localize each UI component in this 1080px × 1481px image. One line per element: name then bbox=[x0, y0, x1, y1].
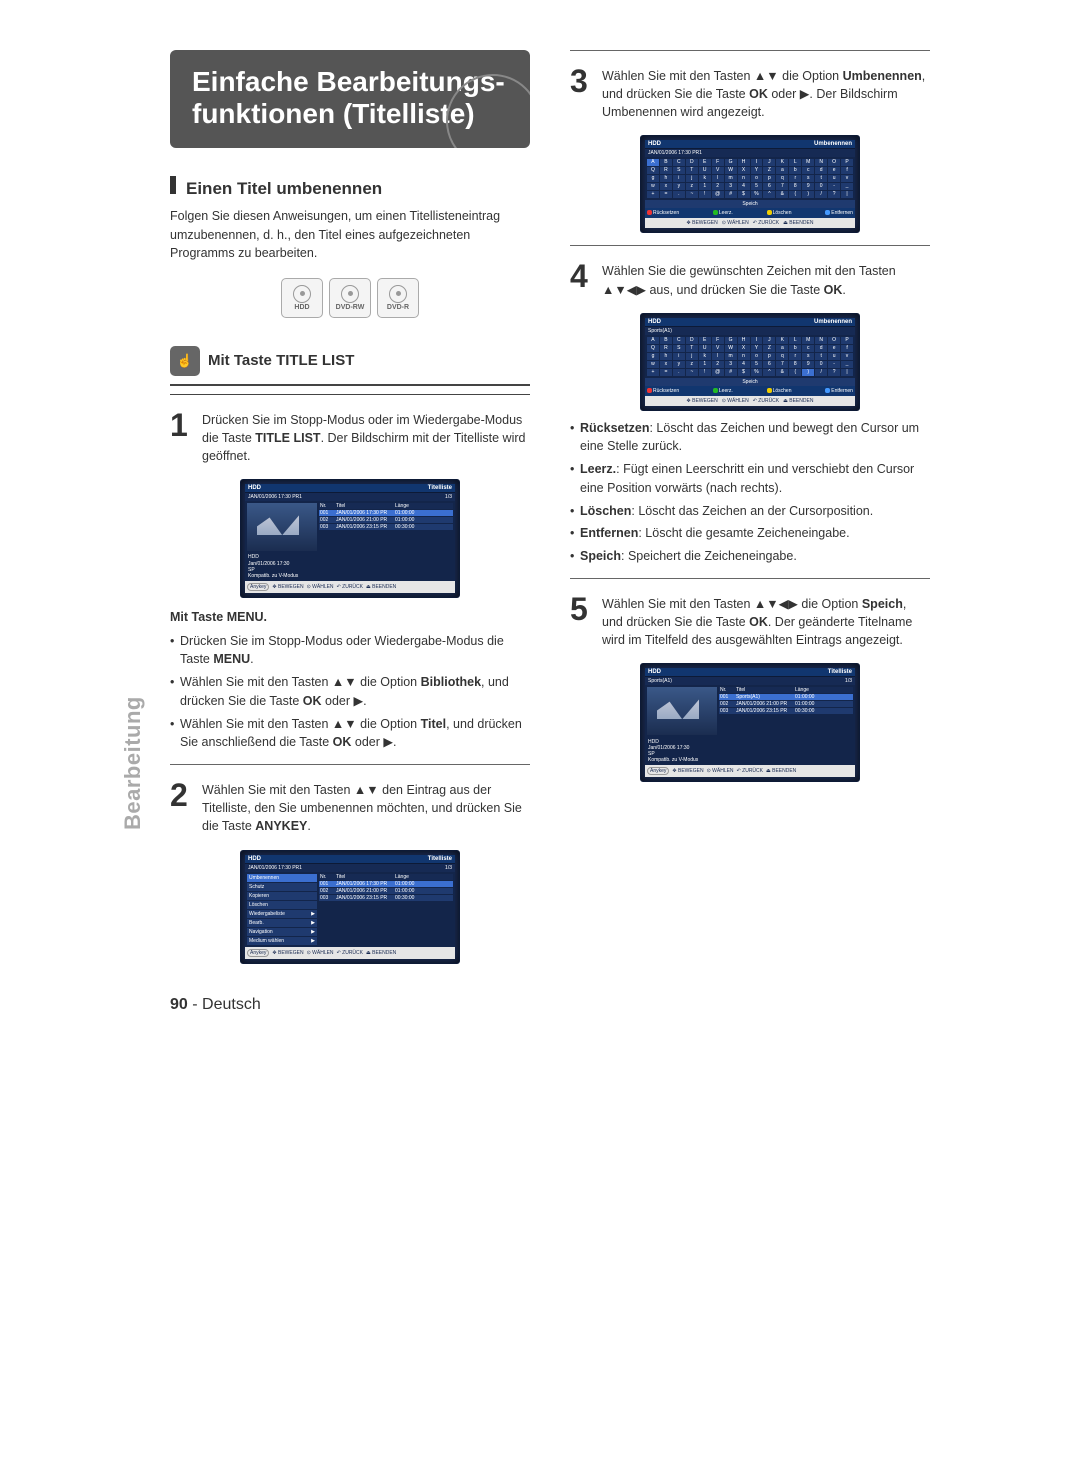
screen-titlelist-1: HDDTitelliste JAN/01/2006 17:30 PR11/3 N… bbox=[240, 479, 460, 597]
hdd-icon: HDD bbox=[281, 278, 323, 318]
right-column: 3 Wählen Sie mit den Tasten ▲▼ die Optio… bbox=[570, 50, 930, 972]
screen-rename-keyboard-2: HDDUmbenennen Sports(A1) ABCDEFGHIJKLMNO… bbox=[640, 313, 860, 411]
list-item: Wählen Sie mit den Tasten ▲▼ die Option … bbox=[170, 673, 530, 711]
page-title: Einfache Bearbeitungs-funktionen (Titell… bbox=[170, 50, 530, 148]
step-number: 2 bbox=[170, 779, 194, 835]
list-item: Entfernen: Löscht die gesamte Zeichenein… bbox=[570, 524, 930, 543]
section-heading: Einen Titel umbenennen bbox=[170, 176, 530, 199]
step-body: Wählen Sie mit den Tasten ▲▼ den Eintrag… bbox=[202, 779, 530, 835]
step-body: Wählen Sie mit den Tasten ▲▼ die Option … bbox=[602, 65, 930, 121]
step-body: Wählen Sie mit den Tasten ▲▼◀▶ die Optio… bbox=[602, 593, 930, 649]
step-2: 2 Wählen Sie mit den Tasten ▲▼ den Eintr… bbox=[170, 779, 530, 835]
rule bbox=[570, 245, 930, 246]
rule bbox=[170, 764, 530, 765]
list-item: Rücksetzen: Löscht das Zeichen und beweg… bbox=[570, 419, 930, 457]
manual-page: Bearbeitung Einfache Bearbeitungs-funkti… bbox=[90, 0, 990, 1054]
dvdrw-icon: DVD-RW bbox=[329, 278, 371, 318]
intro-text: Folgen Sie diesen Anweisungen, um einen … bbox=[170, 207, 530, 261]
step-number: 3 bbox=[570, 65, 594, 121]
subheading-titlelist: ☝ Mit Taste TITLE LIST bbox=[170, 346, 530, 376]
screen-titlelist-final: HDDTitelliste Sports(A1)1/3 Nr.TitelLäng… bbox=[640, 663, 860, 781]
step-number: 5 bbox=[570, 593, 594, 649]
list-item: Drücken Sie im Stopp-Modus oder Wiederga… bbox=[170, 632, 530, 670]
remote-icon: ☝ bbox=[170, 346, 200, 376]
screen-titlelist-menu: HDDTitelliste JAN/01/2006 17:30 PR11/3 U… bbox=[240, 850, 460, 964]
rule bbox=[170, 394, 530, 395]
step-number: 4 bbox=[570, 260, 594, 298]
step-number: 1 bbox=[170, 409, 194, 465]
step-4: 4 Wählen Sie die gewünschten Zeichen mit… bbox=[570, 260, 930, 298]
rule bbox=[570, 50, 930, 51]
page-footer: 90 - Deutsch bbox=[170, 996, 930, 1014]
section-tab: Bearbeitung bbox=[120, 696, 146, 830]
left-column: Einfache Bearbeitungs-funktionen (Titell… bbox=[170, 50, 530, 972]
step-1: 1 Drücken Sie im Stopp-Modus oder im Wie… bbox=[170, 409, 530, 465]
menu-subheading: Mit Taste MENU. bbox=[170, 608, 530, 626]
heading-bar bbox=[170, 176, 176, 194]
edit-actions-list: Rücksetzen: Löscht das Zeichen und beweg… bbox=[570, 419, 930, 566]
media-support-icons: HDD DVD-RW DVD-R bbox=[170, 278, 530, 318]
step-body: Drücken Sie im Stopp-Modus oder im Wiede… bbox=[202, 409, 530, 465]
list-item: Speich: Speichert die Zeicheneingabe. bbox=[570, 547, 930, 566]
page-language: Deutsch bbox=[202, 996, 261, 1013]
dvdr-icon: DVD-R bbox=[377, 278, 419, 318]
step-5: 5 Wählen Sie mit den Tasten ▲▼◀▶ die Opt… bbox=[570, 593, 930, 649]
rule bbox=[570, 578, 930, 579]
list-item: Leerz.: Fügt einen Leerschritt ein und v… bbox=[570, 460, 930, 498]
screen-rename-keyboard-1: HDDUmbenennen JAN/01/2006 17:30 PR1 ABCD… bbox=[640, 135, 860, 233]
page-number: 90 bbox=[170, 996, 188, 1013]
step-3: 3 Wählen Sie mit den Tasten ▲▼ die Optio… bbox=[570, 65, 930, 121]
menu-steps-list: Drücken Sie im Stopp-Modus oder Wiederga… bbox=[170, 632, 530, 753]
step-body: Wählen Sie die gewünschten Zeichen mit d… bbox=[602, 260, 930, 298]
subheading-text: Mit Taste TITLE LIST bbox=[208, 352, 354, 369]
list-item: Wählen Sie mit den Tasten ▲▼ die Option … bbox=[170, 715, 530, 753]
rule bbox=[170, 384, 530, 386]
section-heading-text: Einen Titel umbenennen bbox=[186, 179, 382, 199]
list-item: Löschen: Löscht das Zeichen an der Curso… bbox=[570, 502, 930, 521]
